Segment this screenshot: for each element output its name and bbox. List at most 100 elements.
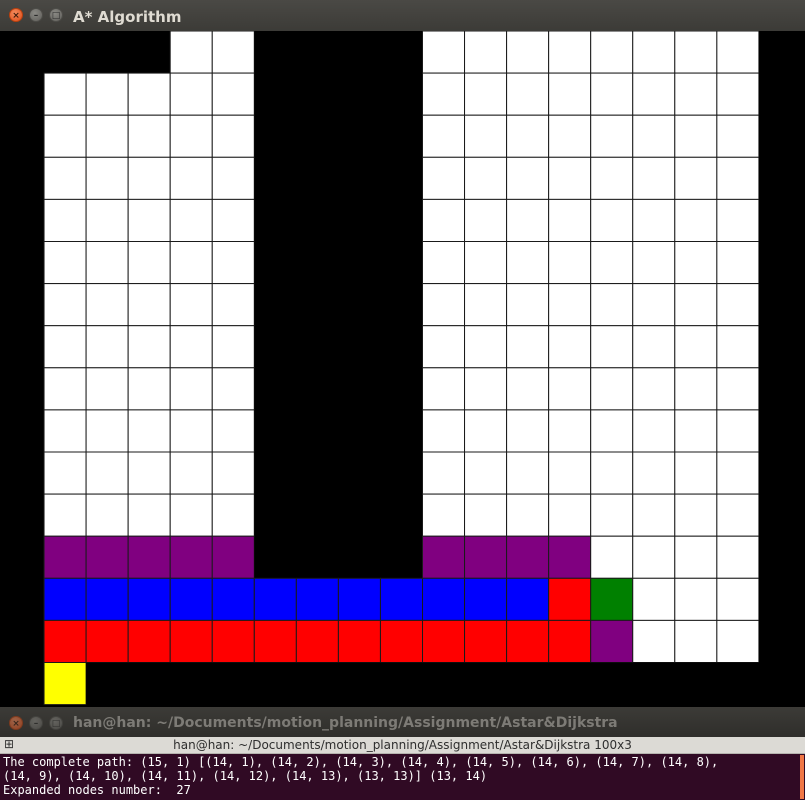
obstacle-cell <box>758 578 801 621</box>
path-cell <box>422 619 466 664</box>
obstacle-cell <box>380 31 423 74</box>
free-cell <box>716 619 760 664</box>
free-cell <box>43 114 87 158</box>
free-cell <box>716 535 760 579</box>
obstacle-cell <box>254 494 297 537</box>
free-cell <box>716 367 760 411</box>
obstacle-cell <box>2 283 45 326</box>
free-cell <box>464 367 508 411</box>
terminal-minimize-icon[interactable]: – <box>29 716 43 730</box>
free-cell <box>211 493 255 537</box>
open-cell <box>295 577 339 621</box>
free-cell <box>506 367 550 411</box>
terminal-tab-label[interactable]: han@han: ~/Documents/motion_planning/Ass… <box>0 737 805 753</box>
maximize-icon[interactable]: □ <box>49 8 63 22</box>
goal-cell <box>590 577 634 621</box>
obstacle-cell <box>380 115 423 158</box>
free-cell <box>422 367 466 411</box>
free-cell <box>464 493 508 537</box>
terminal-output[interactable]: The complete path: (15, 1) [(14, 1), (14… <box>0 754 805 800</box>
obstacle-cell <box>758 662 801 705</box>
free-cell <box>590 493 634 537</box>
path-cell <box>506 619 550 664</box>
free-cell <box>674 198 718 242</box>
obstacle-cell <box>380 325 423 368</box>
free-cell <box>127 283 171 327</box>
obstacle-cell <box>2 157 45 200</box>
free-cell <box>674 451 718 495</box>
free-cell <box>211 409 255 453</box>
free-cell <box>632 156 676 200</box>
free-cell <box>422 198 466 242</box>
free-cell <box>127 198 171 242</box>
open-cell <box>464 577 508 621</box>
free-cell <box>169 283 213 327</box>
free-cell <box>632 451 676 495</box>
free-cell <box>169 451 213 495</box>
free-cell <box>169 241 213 285</box>
free-cell <box>464 114 508 158</box>
expanded-cell <box>548 535 592 579</box>
free-cell <box>127 409 171 453</box>
obstacle-cell <box>254 31 297 74</box>
obstacle-cell <box>296 452 339 495</box>
grid-map[interactable] <box>2 31 802 705</box>
terminal-maximize-icon[interactable]: □ <box>49 716 63 730</box>
obstacle-cell <box>296 31 339 74</box>
terminal-scrollbar[interactable] <box>800 755 804 799</box>
window-titlebar[interactable]: × – □ A* Algorithm <box>0 0 805 31</box>
obstacle-cell <box>296 73 339 116</box>
terminal-close-icon[interactable]: × <box>9 716 23 730</box>
obstacle-cell <box>86 31 129 74</box>
obstacle-cell <box>296 536 339 579</box>
free-cell <box>590 72 634 116</box>
obstacle-cell <box>2 325 45 368</box>
free-cell <box>716 577 760 621</box>
free-cell <box>548 114 592 158</box>
obstacle-cell <box>2 662 45 705</box>
free-cell <box>127 367 171 411</box>
path-cell <box>127 619 171 664</box>
obstacle-cell <box>254 325 297 368</box>
obstacle-cell <box>296 662 339 705</box>
free-cell <box>632 409 676 453</box>
minimize-icon[interactable]: – <box>29 8 43 22</box>
terminal-titlebar[interactable]: × – □ han@han: ~/Documents/motion_planni… <box>0 707 805 737</box>
terminal-line-path-cont: (14, 9), (14, 10), (14, 11), (14, 12), (… <box>3 769 488 783</box>
free-cell <box>674 619 718 664</box>
obstacle-cell <box>380 536 423 579</box>
free-cell <box>674 283 718 327</box>
obstacle-cell <box>128 662 171 705</box>
free-cell <box>43 283 87 327</box>
obstacle-cell <box>758 494 801 537</box>
terminal-tab-icon[interactable]: ⊞ <box>4 738 16 750</box>
obstacle-cell <box>296 409 339 452</box>
free-cell <box>716 31 760 74</box>
obstacle-cell <box>380 409 423 452</box>
open-cell <box>43 577 87 621</box>
close-icon[interactable]: × <box>9 8 23 22</box>
obstacle-cell <box>380 283 423 326</box>
path-cell <box>253 619 297 664</box>
free-cell <box>716 451 760 495</box>
free-cell <box>548 367 592 411</box>
free-cell <box>464 283 508 327</box>
obstacle-cell <box>338 409 381 452</box>
free-cell <box>674 535 718 579</box>
free-cell <box>43 493 87 537</box>
free-cell <box>632 72 676 116</box>
obstacle-cell <box>380 452 423 495</box>
free-cell <box>674 72 718 116</box>
open-cell <box>337 577 381 621</box>
free-cell <box>674 31 718 74</box>
obstacle-cell <box>2 536 45 579</box>
obstacle-cell <box>254 367 297 410</box>
free-cell <box>43 367 87 411</box>
obstacle-cell <box>464 662 507 705</box>
free-cell <box>548 493 592 537</box>
free-cell <box>464 198 508 242</box>
expanded-cell <box>211 535 255 579</box>
obstacle-cell <box>296 241 339 284</box>
obstacle-cell <box>380 367 423 410</box>
grid-canvas[interactable] <box>2 31 802 705</box>
